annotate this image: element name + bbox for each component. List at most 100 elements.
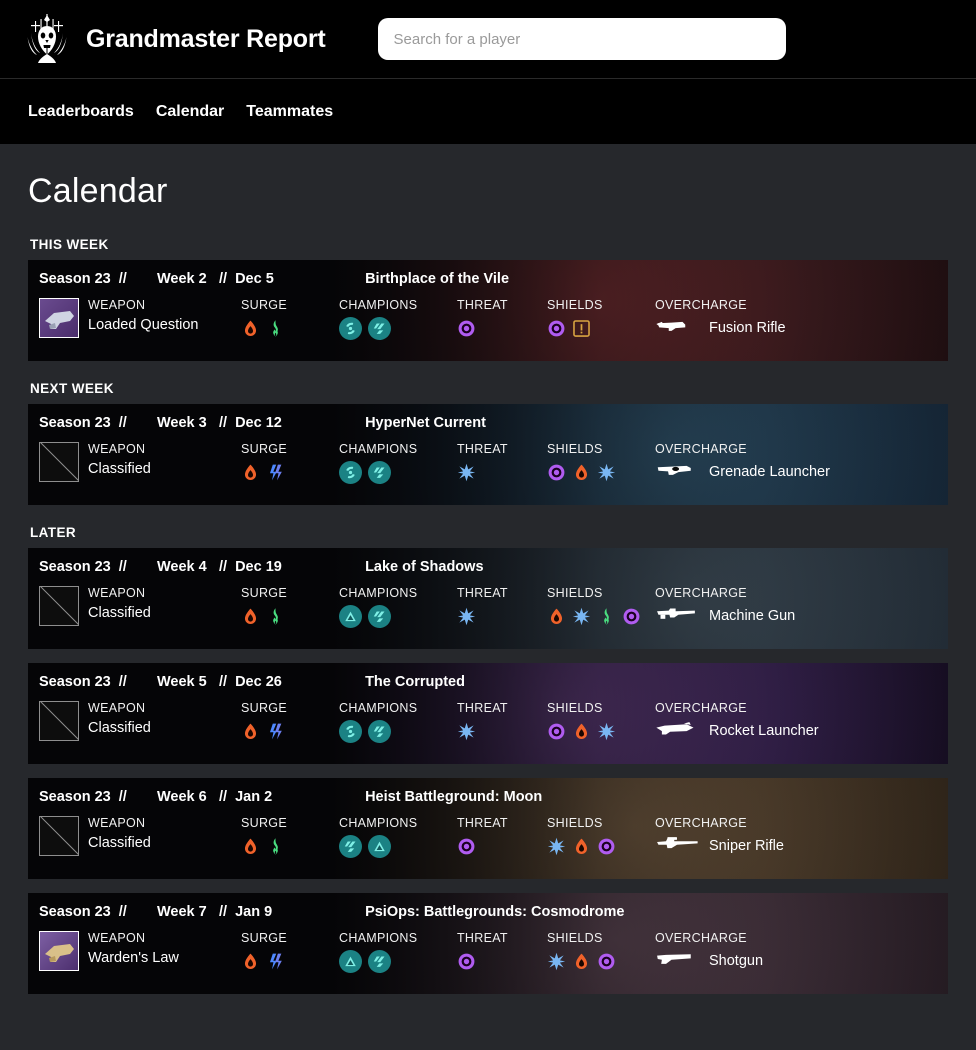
- section-heading: THIS WEEK: [30, 237, 109, 252]
- calendar-card[interactable]: Season 23 // Week 5 // Dec 26 The Corrupt…: [28, 663, 948, 764]
- surge-icons: [241, 950, 339, 972]
- overcharge-group: OVERCHARGE Sniper Rifle: [655, 816, 784, 857]
- shield-void-icon: [547, 722, 566, 741]
- surge-icons: [241, 605, 339, 627]
- separator: //: [219, 789, 228, 805]
- surge-stasis-icon: [266, 952, 285, 971]
- champion-unstoppable-icon: [368, 719, 391, 743]
- threat-void-icon: [457, 837, 476, 856]
- shield-solar-icon: [572, 722, 591, 741]
- card-week: Week 3: [157, 415, 207, 431]
- card-activity-name: PsiOps: Battlegrounds: Cosmodrome: [365, 904, 625, 920]
- card-date: Jan 2: [235, 789, 273, 805]
- surge-group: SURGE: [241, 931, 339, 972]
- champions-group: CHAMPIONS: [339, 586, 457, 628]
- machine-gun-icon: [655, 605, 699, 628]
- overcharge-group: OVERCHARGE Rocket Launcher: [655, 701, 819, 742]
- surge-group: SURGE: [241, 816, 339, 857]
- calendar-section: THIS WEEK Season 23 // Week 2 // Dec 5 Bi…: [28, 237, 948, 361]
- shield-icons: [547, 950, 655, 972]
- calendar-sections: THIS WEEK Season 23 // Week 2 // Dec 5 Bi…: [28, 237, 948, 994]
- overcharge-group: OVERCHARGE Grenade Launcher: [655, 442, 830, 483]
- card-season: Season 23: [39, 674, 111, 690]
- champion-overload-icon: [339, 719, 362, 743]
- calendar-card[interactable]: Season 23 // Week 6 // Jan 2 Heist Battle…: [28, 778, 948, 879]
- shields-label: SHIELDS: [547, 442, 603, 456]
- overcharge-group: OVERCHARGE Fusion Rifle: [655, 298, 786, 339]
- nav-item-leaderboards[interactable]: Leaderboards: [28, 103, 134, 121]
- threat-icons: [457, 835, 547, 857]
- card-season: Season 23: [39, 415, 111, 431]
- champions-label: CHAMPIONS: [339, 701, 418, 715]
- surge-solar-icon: [241, 952, 260, 971]
- weapon-label: WEAPON: [88, 701, 146, 715]
- threat-label: THREAT: [457, 931, 508, 945]
- calendar-card[interactable]: Season 23 // Week 4 // Dec 19 Lake of Sha…: [28, 548, 948, 649]
- threat-group: THREAT: [457, 816, 547, 857]
- threat-icons: [457, 461, 547, 483]
- surge-label: SURGE: [241, 586, 287, 600]
- weapon-thumbnail-icon: [39, 816, 79, 856]
- threat-arc-icon: [457, 607, 476, 626]
- shields-label: SHIELDS: [547, 298, 603, 312]
- rocket-launcher-icon: [655, 720, 699, 743]
- overcharge-label: OVERCHARGE: [655, 701, 747, 715]
- overcharge-value: Fusion Rifle: [655, 317, 786, 339]
- shield-solar-icon: [547, 607, 566, 626]
- overcharge-group: OVERCHARGE Shotgun: [655, 931, 763, 972]
- threat-arc-icon: [457, 463, 476, 482]
- main-navigation: Leaderboards Calendar Teammates: [0, 78, 976, 144]
- surge-icons: [241, 835, 339, 857]
- card-date: Jan 9: [235, 904, 273, 920]
- weapon-name: Classified: [88, 835, 151, 851]
- shields-group: SHIELDS: [547, 816, 655, 857]
- calendar-card[interactable]: Season 23 // Week 2 // Dec 5 Birthplace o…: [28, 260, 948, 361]
- weapon-group: WEAPON Classified: [39, 442, 241, 482]
- card-date: Dec 12: [235, 415, 282, 431]
- card-season: Season 23: [39, 271, 111, 287]
- overcharge-weapon-name: Fusion Rifle: [709, 320, 786, 336]
- shield-void-icon: [597, 952, 616, 971]
- threat-void-icon: [457, 952, 476, 971]
- champion-overload-icon: [339, 316, 362, 340]
- overcharge-label: OVERCHARGE: [655, 442, 747, 456]
- shield-solar-icon: [572, 952, 591, 971]
- card-season: Season 23: [39, 904, 111, 920]
- calendar-card[interactable]: Season 23 // Week 7 // Jan 9 PsiOps: Batt…: [28, 893, 948, 994]
- surge-icons: [241, 461, 339, 483]
- calendar-section: LATER Season 23 // Week 4 // Dec 19 Lake …: [28, 525, 948, 994]
- separator: //: [118, 559, 127, 575]
- shield-arc-icon: [547, 952, 566, 971]
- calendar-card[interactable]: Season 23 // Week 3 // Dec 12 HyperNet Cu…: [28, 404, 948, 505]
- champion-unstoppable-icon: [368, 604, 391, 628]
- weapon-group: WEAPON Warden's Law: [39, 931, 241, 971]
- overcharge-value: Shotgun: [655, 950, 763, 972]
- weapon-thumbnail-icon: [39, 701, 79, 741]
- card-week: Week 4: [157, 559, 207, 575]
- page-title: Calendar: [28, 172, 168, 210]
- overcharge-label: OVERCHARGE: [655, 816, 747, 830]
- shield-void-icon: [547, 463, 566, 482]
- shields-group: SHIELDS: [547, 931, 655, 972]
- card-date: Dec 5: [235, 271, 274, 287]
- page-content: Calendar THIS WEEK Season 23 // Week 2 //…: [0, 144, 976, 994]
- champion-icons: [339, 316, 457, 340]
- champions-label: CHAMPIONS: [339, 816, 418, 830]
- shields-group: SHIELDS: [547, 298, 655, 339]
- overcharge-weapon-name: Shotgun: [709, 953, 764, 969]
- overcharge-value: Rocket Launcher: [655, 720, 819, 742]
- card-date: Dec 26: [235, 674, 282, 690]
- champion-icons: [339, 834, 457, 858]
- card-header: Season 23 // Week 3 // Dec 12 HyperNet Cu…: [39, 415, 948, 431]
- surge-label: SURGE: [241, 701, 287, 715]
- nav-item-calendar[interactable]: Calendar: [156, 103, 224, 121]
- shield-icons: [547, 317, 655, 339]
- search-input[interactable]: [377, 18, 786, 60]
- weapon-name: Classified: [88, 605, 151, 621]
- nav-item-teammates[interactable]: Teammates: [246, 103, 333, 121]
- surge-label: SURGE: [241, 931, 287, 945]
- card-date: Dec 19: [235, 559, 282, 575]
- card-week: Week 5: [157, 674, 207, 690]
- surge-stasis-icon: [266, 722, 285, 741]
- shields-label: SHIELDS: [547, 701, 603, 715]
